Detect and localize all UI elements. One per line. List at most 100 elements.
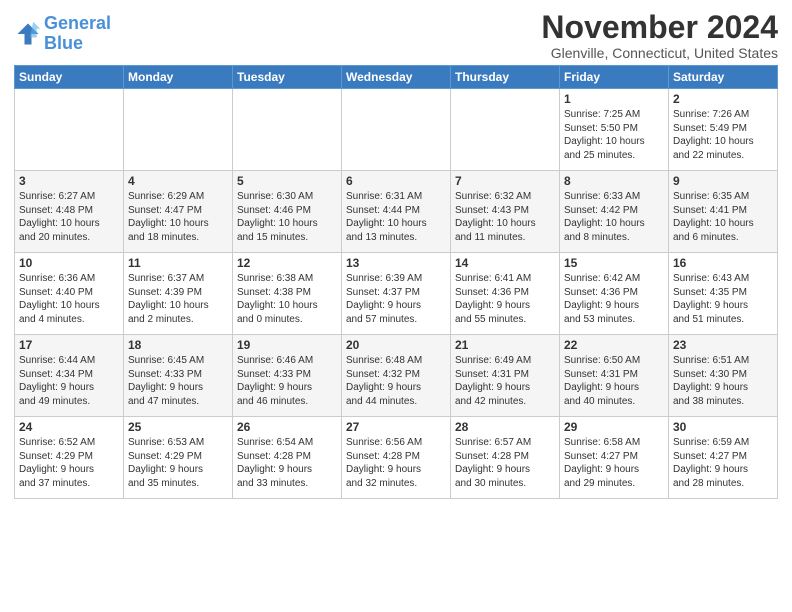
day-info: Sunrise: 6:43 AM Sunset: 4:35 PM Dayligh… [673, 272, 773, 326]
day-number: 16 [673, 256, 773, 270]
day-number: 18 [128, 338, 228, 352]
day-info: Sunrise: 6:39 AM Sunset: 4:37 PM Dayligh… [346, 272, 446, 326]
day-number: 10 [19, 256, 119, 270]
calendar-cell: 27 Sunrise: 6:56 AM Sunset: 4:28 PM Dayli… [342, 417, 451, 499]
day-number: 26 [237, 420, 337, 434]
calendar-week-1: 3Sunrise: 6:27 AM Sunset: 4:48 PM Daylig… [15, 171, 778, 253]
day-number: 3 [19, 174, 119, 188]
day-number: 23 [673, 338, 773, 352]
calendar-table: SundayMondayTuesdayWednesdayThursdayFrid… [14, 65, 778, 499]
calendar-cell: 6 Sunrise: 6:31 AM Sunset: 4:44 PM Daylig… [342, 171, 451, 253]
day-number: 4 [128, 174, 228, 188]
calendar-cell: 28 Sunrise: 6:57 AM Sunset: 4:28 PM Dayli… [451, 417, 560, 499]
header: General Blue November 2024 Glenville, Co… [14, 10, 778, 61]
calendar-cell: 17 Sunrise: 6:44 AM Sunset: 4:34 PM Dayli… [15, 335, 124, 417]
day-number: 12 [237, 256, 337, 270]
day-info: Sunrise: 7:26 AM Sunset: 5:49 PM Dayligh… [673, 108, 773, 162]
day-info: Sunrise: 6:57 AM Sunset: 4:28 PM Dayligh… [455, 436, 555, 490]
day-info: Sunrise: 6:50 AM Sunset: 4:31 PM Dayligh… [564, 354, 664, 408]
calendar-week-0: 1 Sunrise: 7:25 AM Sunset: 5:50 PM Daylig… [15, 89, 778, 171]
calendar-cell: 1 Sunrise: 7:25 AM Sunset: 5:50 PM Daylig… [560, 89, 669, 171]
location: Glenville, Connecticut, United States [541, 45, 778, 61]
day-number: 7 [455, 174, 555, 188]
calendar-cell: 2 Sunrise: 7:26 AM Sunset: 5:49 PM Daylig… [669, 89, 778, 171]
calendar-cell: 9 Sunrise: 6:35 AM Sunset: 4:41 PM Daylig… [669, 171, 778, 253]
calendar-cell: 16 Sunrise: 6:43 AM Sunset: 4:35 PM Dayli… [669, 253, 778, 335]
day-header-sunday: Sunday [15, 66, 124, 89]
calendar-week-3: 17 Sunrise: 6:44 AM Sunset: 4:34 PM Dayli… [15, 335, 778, 417]
logo: General Blue [14, 14, 111, 54]
day-info: Sunrise: 6:46 AM Sunset: 4:33 PM Dayligh… [237, 354, 337, 408]
day-info: Sunrise: 6:30 AM Sunset: 4:46 PM Dayligh… [237, 190, 337, 244]
day-info: Sunrise: 6:53 AM Sunset: 4:29 PM Dayligh… [128, 436, 228, 490]
day-info: Sunrise: 6:31 AM Sunset: 4:44 PM Dayligh… [346, 190, 446, 244]
calendar-cell: 8 Sunrise: 6:33 AM Sunset: 4:42 PM Daylig… [560, 171, 669, 253]
day-info: Sunrise: 6:52 AM Sunset: 4:29 PM Dayligh… [19, 436, 119, 490]
day-info: Sunrise: 6:51 AM Sunset: 4:30 PM Dayligh… [673, 354, 773, 408]
calendar-cell: 7 Sunrise: 6:32 AM Sunset: 4:43 PM Daylig… [451, 171, 560, 253]
day-info: Sunrise: 6:41 AM Sunset: 4:36 PM Dayligh… [455, 272, 555, 326]
day-header-monday: Monday [124, 66, 233, 89]
calendar-cell [451, 89, 560, 171]
day-number: 19 [237, 338, 337, 352]
day-number: 14 [455, 256, 555, 270]
day-number: 13 [346, 256, 446, 270]
day-header-tuesday: Tuesday [233, 66, 342, 89]
day-info: Sunrise: 6:45 AM Sunset: 4:33 PM Dayligh… [128, 354, 228, 408]
calendar-cell: 3Sunrise: 6:27 AM Sunset: 4:48 PM Daylig… [15, 171, 124, 253]
calendar-cell: 21 Sunrise: 6:49 AM Sunset: 4:31 PM Dayli… [451, 335, 560, 417]
day-number: 8 [564, 174, 664, 188]
day-info: Sunrise: 7:25 AM Sunset: 5:50 PM Dayligh… [564, 108, 664, 162]
calendar-cell [342, 89, 451, 171]
day-number: 27 [346, 420, 446, 434]
day-number: 28 [455, 420, 555, 434]
calendar-cell [233, 89, 342, 171]
calendar-cell: 12 Sunrise: 6:38 AM Sunset: 4:38 PM Dayli… [233, 253, 342, 335]
day-number: 2 [673, 92, 773, 106]
calendar-cell: 13 Sunrise: 6:39 AM Sunset: 4:37 PM Dayli… [342, 253, 451, 335]
day-info: Sunrise: 6:59 AM Sunset: 4:27 PM Dayligh… [673, 436, 773, 490]
calendar-cell: 25 Sunrise: 6:53 AM Sunset: 4:29 PM Dayli… [124, 417, 233, 499]
day-info: Sunrise: 6:42 AM Sunset: 4:36 PM Dayligh… [564, 272, 664, 326]
day-header-saturday: Saturday [669, 66, 778, 89]
calendar-cell [124, 89, 233, 171]
logo-icon [14, 20, 42, 48]
day-number: 6 [346, 174, 446, 188]
day-header-friday: Friday [560, 66, 669, 89]
calendar-cell: 5 Sunrise: 6:30 AM Sunset: 4:46 PM Daylig… [233, 171, 342, 253]
day-info: Sunrise: 6:35 AM Sunset: 4:41 PM Dayligh… [673, 190, 773, 244]
calendar-cell: 19 Sunrise: 6:46 AM Sunset: 4:33 PM Dayli… [233, 335, 342, 417]
day-info: Sunrise: 6:56 AM Sunset: 4:28 PM Dayligh… [346, 436, 446, 490]
calendar-cell: 26 Sunrise: 6:54 AM Sunset: 4:28 PM Dayli… [233, 417, 342, 499]
day-number: 25 [128, 420, 228, 434]
calendar-cell: 14 Sunrise: 6:41 AM Sunset: 4:36 PM Dayli… [451, 253, 560, 335]
calendar-cell: 20 Sunrise: 6:48 AM Sunset: 4:32 PM Dayli… [342, 335, 451, 417]
day-number: 20 [346, 338, 446, 352]
calendar-header-row: SundayMondayTuesdayWednesdayThursdayFrid… [15, 66, 778, 89]
calendar-cell: 10 Sunrise: 6:36 AM Sunset: 4:40 PM Dayli… [15, 253, 124, 335]
logo-text: General Blue [44, 14, 111, 54]
day-number: 5 [237, 174, 337, 188]
day-info: Sunrise: 6:48 AM Sunset: 4:32 PM Dayligh… [346, 354, 446, 408]
day-number: 15 [564, 256, 664, 270]
calendar-cell: 15 Sunrise: 6:42 AM Sunset: 4:36 PM Dayli… [560, 253, 669, 335]
day-info: Sunrise: 6:54 AM Sunset: 4:28 PM Dayligh… [237, 436, 337, 490]
calendar-cell: 24 Sunrise: 6:52 AM Sunset: 4:29 PM Dayli… [15, 417, 124, 499]
day-number: 9 [673, 174, 773, 188]
day-info: Sunrise: 6:36 AM Sunset: 4:40 PM Dayligh… [19, 272, 119, 326]
day-info: Sunrise: 6:38 AM Sunset: 4:38 PM Dayligh… [237, 272, 337, 326]
day-number: 24 [19, 420, 119, 434]
calendar-cell: 18 Sunrise: 6:45 AM Sunset: 4:33 PM Dayli… [124, 335, 233, 417]
day-number: 21 [455, 338, 555, 352]
day-number: 1 [564, 92, 664, 106]
main-container: General Blue November 2024 Glenville, Co… [0, 0, 792, 505]
day-info: Sunrise: 6:32 AM Sunset: 4:43 PM Dayligh… [455, 190, 555, 244]
title-block: November 2024 Glenville, Connecticut, Un… [541, 10, 778, 61]
day-info: Sunrise: 6:33 AM Sunset: 4:42 PM Dayligh… [564, 190, 664, 244]
day-info: Sunrise: 6:49 AM Sunset: 4:31 PM Dayligh… [455, 354, 555, 408]
day-number: 29 [564, 420, 664, 434]
calendar-cell: 22Sunrise: 6:50 AM Sunset: 4:31 PM Dayli… [560, 335, 669, 417]
day-info: Sunrise: 6:44 AM Sunset: 4:34 PM Dayligh… [19, 354, 119, 408]
day-number: 17 [19, 338, 119, 352]
day-info: Sunrise: 6:58 AM Sunset: 4:27 PM Dayligh… [564, 436, 664, 490]
